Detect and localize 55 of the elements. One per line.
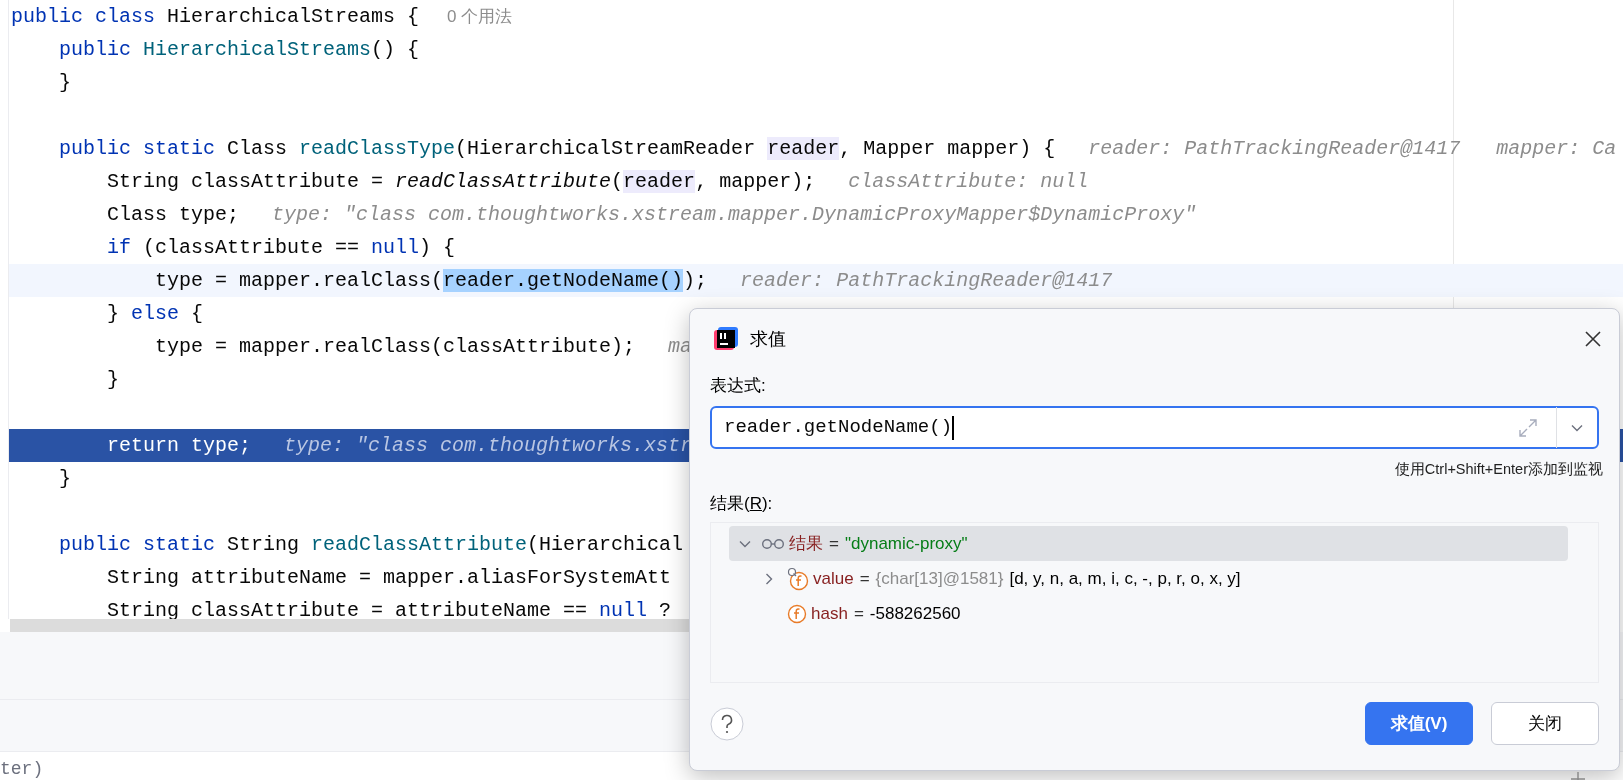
inline-value-hint: type: "class com.thoughtworks.xstream.mapper.DynamicProxyMapper$DynamicProxy"	[272, 201, 1197, 228]
help-icon[interactable]	[710, 706, 744, 741]
tree-row[interactable]: hash = -588262560	[729, 596, 1568, 632]
code-text: String classAttribute = readClassAttribute(reader, mapper);	[107, 168, 816, 195]
equals-sign: =	[853, 603, 864, 625]
variable-name: value	[813, 568, 854, 590]
code-text: if (classAttribute == null) {	[107, 234, 456, 261]
code-text: }	[59, 69, 71, 96]
dropdown-chevron-icon[interactable]	[1571, 423, 1583, 432]
evaluate-button[interactable]: 求值(V)	[1365, 702, 1473, 746]
inline-value-hint: mapper: Ca	[1496, 135, 1617, 162]
add-icon[interactable]	[1570, 772, 1586, 780]
horizontal-scrollbar[interactable]	[10, 619, 690, 632]
code-text: public static String readClassAttribute(Hierarchical	[59, 531, 684, 558]
glasses-icon	[761, 537, 785, 550]
field-icon	[787, 566, 809, 591]
expression-field[interactable]: reader.getNodeName()	[710, 406, 1599, 449]
inline-value-hint: classAttribute: null	[848, 168, 1089, 195]
tree-row[interactable]: value = {char[13]@1581} [d, y, n, a, m, i, c, -, p, r, o, x, y]	[729, 561, 1568, 597]
variable-name: hash	[811, 603, 848, 625]
code-text: String attributeName = mapper.aliasForSystemAtt	[107, 564, 672, 591]
field-icon	[787, 603, 807, 624]
chevron-down-icon[interactable]	[739, 539, 751, 548]
inline-value-hint: reader: PathTrackingReader@1417	[1088, 135, 1461, 162]
dialog-title: 求值	[750, 327, 786, 351]
equals-sign: =	[859, 568, 870, 590]
variable-value: "dynamic-proxy"	[844, 533, 968, 555]
type-info: {char[13]@1581}	[875, 568, 1004, 590]
chevron-right-icon[interactable]	[765, 572, 773, 585]
close-button[interactable]: 关闭	[1491, 702, 1599, 746]
close-icon[interactable]	[1585, 331, 1601, 347]
code-text: return type;	[107, 432, 252, 459]
inline-value-hint: type: "class com.thoughtworks.xstr	[284, 432, 693, 459]
inline-value-hint: reader: PathTrackingReader@1417	[740, 267, 1113, 294]
variable-value: -588262560	[869, 603, 961, 625]
equals-sign: =	[829, 533, 839, 555]
code-text: type = mapper.realClass(reader.getNodeName());	[155, 267, 708, 294]
code-text: public class HierarchicalStreams {	[11, 3, 420, 30]
expand-icon[interactable]	[1518, 417, 1538, 438]
console-text: ter)	[0, 759, 44, 779]
result-label: 结果(R):	[710, 493, 773, 513]
hint-text: 使用Ctrl+Shift+Enter添加到监视	[1394, 460, 1603, 479]
code-text: }	[107, 366, 119, 393]
variable-value: [d, y, n, a, m, i, c, -, p, r, o, x, y]	[1009, 568, 1241, 590]
code-text: Class type;	[107, 201, 240, 228]
code-text: public static Class readClassType(HierarchicalStreamReader reader, Mapper mapper) {	[59, 135, 1056, 162]
code-text: String classAttribute = attributeName == null ?	[107, 597, 672, 619]
code-text: }	[59, 465, 71, 492]
variable-name: 结果	[789, 533, 823, 555]
expression-label: 表达式:	[710, 375, 766, 397]
app-logo-icon	[714, 327, 738, 351]
code-text: } else {	[107, 300, 204, 327]
code-text: type = mapper.realClass(classAttribute);	[155, 333, 636, 360]
code-text: public HierarchicalStreams() {	[59, 36, 420, 63]
tree-row[interactable]: 结果 = "dynamic-proxy"	[729, 526, 1568, 562]
